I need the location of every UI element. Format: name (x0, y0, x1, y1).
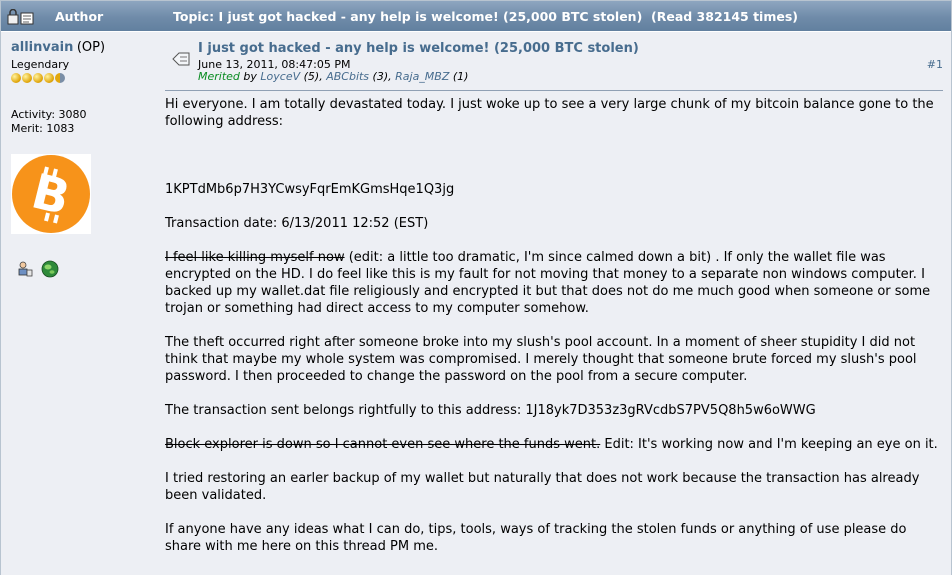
poster-name-link[interactable]: allinvain (11, 40, 73, 55)
post-paragraph: I tried restoring an earler backup of my… (165, 471, 920, 503)
topic-title-header: Topic: I just got hacked - any help is w… (173, 9, 798, 24)
merited-by-label: by (243, 70, 257, 83)
post-number-link[interactable]: #1 (927, 58, 943, 71)
merited-label: Merited (198, 70, 240, 83)
rank-star-half-icon (55, 73, 65, 83)
post-paragraph: The theft occurred right after someone b… (165, 335, 917, 384)
struck-text: Block explorer is down so I cannot even … (165, 437, 601, 452)
post-paragraph: The transaction sent belongs rightfully … (165, 403, 816, 418)
poster-icons (17, 260, 59, 278)
merit-user-link[interactable]: LoyceV (260, 70, 300, 83)
bitcoin-avatar: B (11, 154, 91, 234)
website-globe-icon[interactable] (41, 260, 59, 278)
post-text: Hi everyone. I am totally devastated tod… (165, 96, 943, 555)
merit-count: (3), (372, 70, 392, 83)
merit-line: Merited by LoyceV (5), ABCbits (3), Raja… (198, 70, 468, 83)
post-body: I just got hacked - any help is welcome!… (165, 40, 943, 572)
activity-stat: Activity: 3080 (11, 108, 87, 121)
poster-info: allinvain (OP) Legendary Activity: 3080 … (11, 40, 151, 278)
post-header: I just got hacked - any help is welcome!… (165, 40, 943, 91)
rank-star-icon (33, 73, 43, 83)
merit-user-link[interactable]: ABCbits (326, 70, 369, 83)
post: allinvain (OP) Legendary Activity: 3080 … (1, 32, 951, 575)
rank-star-icon (44, 73, 54, 83)
post-paragraph (165, 147, 943, 164)
post-paragraph: I feel like killing myself now (edit: a … (165, 249, 943, 317)
author-column-header: Author (55, 9, 104, 24)
merit-count: (5), (303, 70, 323, 83)
merit-user-link[interactable]: Raja_MBZ (395, 70, 449, 83)
merit-count: (1) (452, 70, 469, 83)
post-paragraph: Transaction date: 6/13/2011 12:52 (EST) (165, 216, 429, 231)
profile-icon[interactable] (17, 261, 33, 277)
lock-icon (7, 9, 34, 25)
rank-star-icon (22, 73, 32, 83)
post-icon (172, 52, 190, 66)
rank-star-icon (11, 73, 21, 83)
struck-text: I feel like killing myself now (165, 250, 345, 265)
merit-stat: Merit: 1083 (11, 122, 75, 135)
post-title-link[interactable]: I just got hacked - any help is welcome!… (198, 41, 639, 56)
op-tag: (OP) (76, 40, 106, 55)
post-paragraph: Block explorer is down so I cannot even … (165, 436, 943, 453)
poster-rank: Legendary (11, 58, 70, 71)
stolen-to-address: 1KPTdMb6p7H3YCwsyFqrEmKGmsHqe1Q3jg (165, 182, 455, 197)
topic-header-bar: Author Topic: I just got hacked - any he… (1, 1, 951, 31)
rank-stars (11, 73, 151, 85)
poster-stats: Activity: 3080 Merit: 1083 (11, 108, 87, 136)
post-paragraph: If anyone have any ideas what I can do, … (165, 522, 907, 554)
post-paragraph: Hi everyone. I am totally devastated tod… (165, 97, 934, 129)
paragraph-text: Edit: It's working now and I'm keeping a… (600, 437, 938, 452)
